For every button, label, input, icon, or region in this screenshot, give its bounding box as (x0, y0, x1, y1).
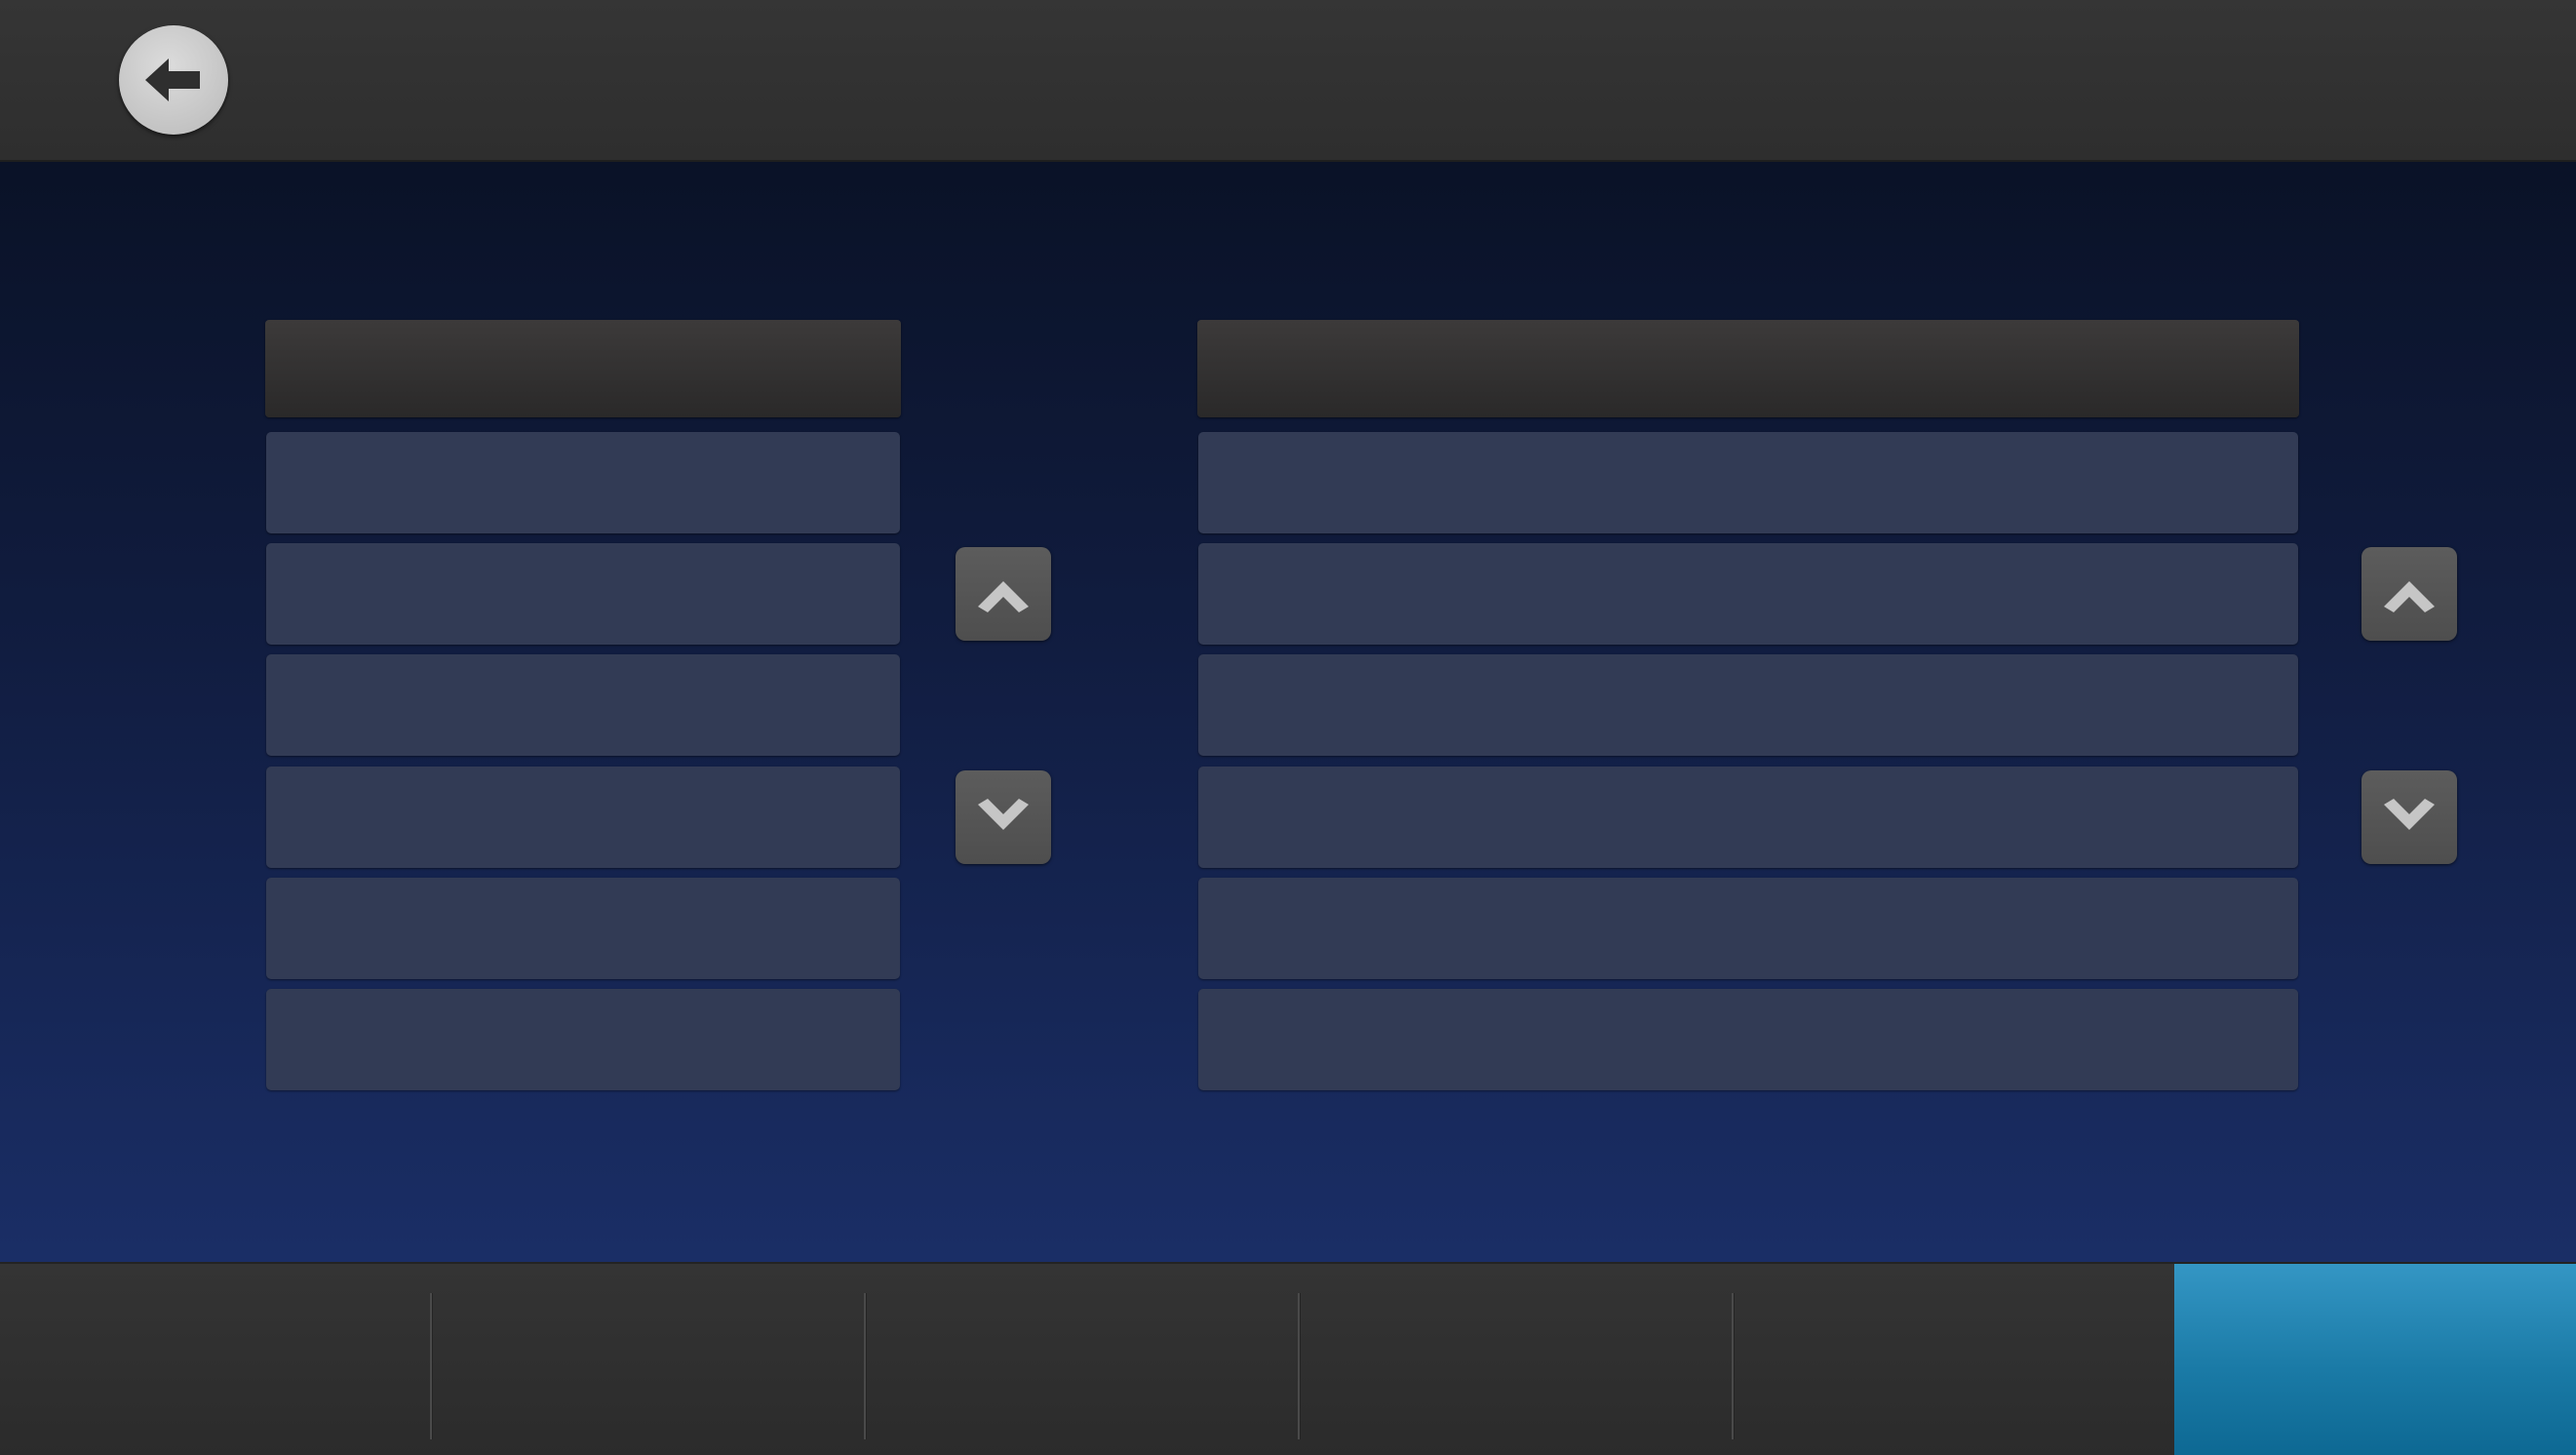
left-list-item[interactable] (266, 989, 900, 1090)
right-list-item[interactable] (1198, 878, 2298, 979)
right-list-item[interactable] (1198, 767, 2298, 868)
footer-tab-2[interactable] (432, 1264, 865, 1455)
left-list-item[interactable] (266, 767, 900, 868)
chevron-down-icon (978, 799, 1029, 830)
main-content (0, 162, 2576, 1262)
right-scroll-down-button[interactable] (2361, 770, 2457, 864)
chevron-up-icon (978, 581, 1029, 612)
footer-tab-3[interactable] (866, 1264, 1299, 1455)
left-list-item[interactable] (266, 878, 900, 979)
left-list-item[interactable] (266, 432, 900, 533)
left-scroll-up-button[interactable] (956, 547, 1051, 641)
left-list-header (265, 320, 901, 417)
right-scroll-up-button[interactable] (2361, 547, 2457, 641)
right-list-item[interactable] (1198, 432, 2298, 533)
left-list-item[interactable] (266, 543, 900, 645)
chevron-up-icon (2384, 581, 2435, 612)
page-title (995, 39, 1541, 121)
footer-tab-5[interactable] (1734, 1264, 2174, 1455)
top-bar (0, 0, 2576, 162)
bottom-tab-bar (0, 1262, 2576, 1455)
footer-tab-6-active[interactable] (2174, 1264, 2576, 1455)
right-list-item[interactable] (1198, 654, 2298, 756)
left-scroll-down-button[interactable] (956, 770, 1051, 864)
right-list-header (1197, 320, 2299, 417)
left-list-item[interactable] (266, 654, 900, 756)
chevron-down-icon (2384, 799, 2435, 830)
right-list-item[interactable] (1198, 989, 2298, 1090)
footer-tab-1[interactable] (0, 1264, 431, 1455)
right-list-item[interactable] (1198, 543, 2298, 645)
footer-tab-4[interactable] (1300, 1264, 1733, 1455)
arrow-left-icon (145, 59, 200, 101)
back-button[interactable] (119, 25, 228, 135)
